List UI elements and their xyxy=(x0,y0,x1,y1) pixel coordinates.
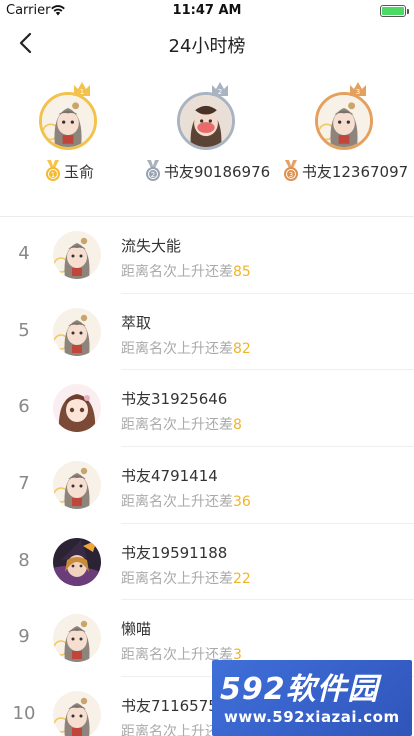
podium-slot-3[interactable]: 3 3 书友12367097 xyxy=(276,78,414,182)
svg-text:2: 2 xyxy=(151,171,155,179)
rank-gap-prefix: 距离名次上升还差 xyxy=(121,494,233,511)
rank-gap-value: 36 xyxy=(233,494,251,511)
user-name: 萃取 xyxy=(121,313,152,332)
top-three-podium: 1 1 玉俞 2 2 书友90186976 3 3 书友12367097 xyxy=(0,78,414,198)
avatar[interactable] xyxy=(53,307,101,356)
user-name: 书友4791414 xyxy=(121,467,218,486)
avatar[interactable] xyxy=(39,92,97,150)
rank-gap-text: 距离名次上升还差36 xyxy=(121,491,251,511)
svg-text:1: 1 xyxy=(51,171,55,179)
rank-gap-prefix: 距离名次上升还差 xyxy=(121,340,233,357)
list-item[interactable]: 4 流失大能距离名次上升还差85 xyxy=(0,217,414,294)
podium-name: 书友12367097 xyxy=(301,162,409,181)
user-name: 书友19591188 xyxy=(121,543,228,562)
rank-gap-text: 距离名次上升还差82 xyxy=(121,338,251,358)
svg-text:1: 1 xyxy=(80,88,84,96)
avatar[interactable] xyxy=(53,231,101,279)
svg-text:3: 3 xyxy=(356,88,360,96)
nav-bar: 24小时榜 xyxy=(0,22,414,64)
rank-gap-prefix: 距离名次上升还差 xyxy=(121,264,233,280)
rank-number: 8 xyxy=(18,549,30,571)
rank-number: 7 xyxy=(18,473,30,495)
page-title: 24小时榜 xyxy=(168,36,246,57)
rank-number: 5 xyxy=(18,319,30,341)
medal-icon: 3 xyxy=(283,160,298,181)
avatar[interactable] xyxy=(53,461,101,510)
podium-name: 玉俞 xyxy=(63,162,94,181)
rank-gap-text: 距离名次上升还差85 xyxy=(121,261,251,281)
avatar[interactable] xyxy=(53,614,101,663)
rank-gap-prefix: 距离名次上升还差 xyxy=(121,570,233,587)
watermark-url: www.592xiazai.com xyxy=(224,708,400,726)
user-name: 流失大能 xyxy=(121,237,182,255)
ranking-list: 4 流失大能 距离名次上升还差85 5 萃取 距离名次上升还差82 6 书友31925646 距… xyxy=(0,217,414,736)
podium-name-row: 1 玉俞 xyxy=(0,160,138,182)
rank-gap-text: 距离名次上升还差8 xyxy=(121,414,242,434)
watermark-brand: 592软件园 xyxy=(220,672,379,707)
rank-gap-value: 8 xyxy=(233,417,242,434)
podium-avatar-frame: 2 xyxy=(176,78,238,150)
podium-name-row: 2 书友90186976 xyxy=(138,160,276,182)
avatar[interactable] xyxy=(53,691,101,736)
list-item[interactable]: 8 书友19591188 距离名次上升还差22 xyxy=(0,524,414,601)
watermark-logo: 592软件园 www.592xiazai.com xyxy=(212,660,412,736)
podium-slot-1[interactable]: 1 1 玉俞 xyxy=(0,78,138,182)
user-name: 懒喵 xyxy=(121,620,152,639)
svg-text:3: 3 xyxy=(289,171,293,179)
avatar[interactable] xyxy=(315,92,373,150)
avatar[interactable] xyxy=(53,384,101,433)
battery-icon xyxy=(380,5,409,17)
rank-number: 9 xyxy=(18,626,30,648)
podium-name: 书友90186976 xyxy=(163,162,271,181)
rank-gap-value: 22 xyxy=(233,570,251,587)
crown-icon: 3 xyxy=(350,82,366,96)
podium-avatar-frame: 3 xyxy=(314,78,376,150)
clock: 11:47 AM xyxy=(172,3,242,18)
svg-text:2: 2 xyxy=(218,88,222,96)
rank-gap-prefix: 距离名次上升还差 xyxy=(121,417,233,434)
podium-avatar-frame: 1 xyxy=(38,78,100,150)
podium-slot-2[interactable]: 2 2 书友90186976 xyxy=(138,78,276,182)
avatar[interactable] xyxy=(177,92,235,150)
list-item[interactable]: 7 书友4791414 距离名次上升还差36 xyxy=(0,447,414,524)
list-item[interactable]: 6 书友31925646 距离名次上升还差8 xyxy=(0,370,414,448)
rank-gap-value: 85 xyxy=(233,264,251,280)
crown-icon: 2 xyxy=(212,82,228,96)
rank-gap-text: 距离名次上升还差22 xyxy=(121,568,251,588)
avatar[interactable] xyxy=(53,537,101,586)
status-bar: Carrier 11:47 AM xyxy=(0,0,414,22)
rank-number: 6 xyxy=(18,396,30,418)
rank-number: 4 xyxy=(18,243,30,264)
rank-gap-value: 82 xyxy=(233,340,251,357)
medal-icon: 2 xyxy=(145,160,160,181)
medal-icon: 1 xyxy=(45,160,60,181)
crown-icon: 1 xyxy=(74,82,90,96)
list-item[interactable]: 5 萃取距离名次上升还差82 xyxy=(0,294,414,371)
user-name: 书友31925646 xyxy=(121,390,228,409)
rank-number: 10 xyxy=(12,703,36,725)
podium-name-row: 3 书友12367097 xyxy=(276,160,414,182)
